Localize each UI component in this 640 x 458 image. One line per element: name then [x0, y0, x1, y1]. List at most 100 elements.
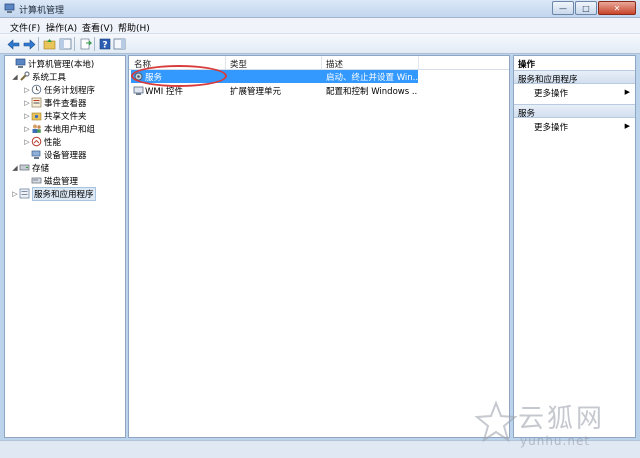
tree-item-device-manager[interactable]: 设备管理器 [23, 148, 87, 161]
back-button[interactable] [6, 37, 20, 51]
tree-label: 设备管理器 [44, 150, 87, 161]
wmi-control-icon [133, 86, 144, 95]
tree-label: 磁盘管理 [44, 176, 79, 187]
watermark-text: 云狐网 [518, 404, 606, 434]
expand-icon[interactable]: ▷ [23, 86, 31, 94]
help-button[interactable]: ? [98, 37, 112, 51]
tree-label: 系统工具 [32, 72, 67, 83]
list-header: 名称 类型 描述 [129, 56, 509, 70]
computer-management-icon [15, 58, 26, 68]
users-icon [32, 124, 41, 133]
title-bar[interactable]: 计算机管理 — □ ✕ [0, 0, 640, 18]
toolbar-separator [38, 37, 39, 51]
show-hide-tree-button[interactable] [58, 37, 72, 51]
column-header-name[interactable]: 名称 [134, 58, 151, 70]
tree-label: 服务和应用程序 [32, 186, 96, 201]
forward-arrow-icon [23, 38, 35, 50]
forward-button[interactable] [22, 37, 36, 51]
show-hide-action-pane-button[interactable] [112, 37, 126, 51]
tree-item-system-tools[interactable]: ◢ 系统工具 [11, 70, 66, 83]
cell-name: 服务 [145, 73, 163, 83]
tree-label: 任务计划程序 [44, 85, 96, 96]
up-button[interactable] [42, 37, 56, 51]
expand-icon[interactable]: ▷ [23, 125, 31, 133]
export-list-button[interactable] [78, 37, 92, 51]
cell-name: WMI 控件 [145, 87, 183, 97]
console-tree-pane[interactable]: 计算机管理(本地) ◢ 系统工具 ▷ 任务计划程序 ▷ 事件查看器 ▷ 共享文件… [4, 55, 126, 438]
maximize-icon: □ [582, 3, 590, 13]
column-divider[interactable] [418, 56, 419, 69]
services-icon [134, 72, 143, 81]
actions-title: 操作 [514, 56, 635, 70]
watermark-url: yunhu.net [520, 434, 591, 448]
close-icon: ✕ [613, 3, 621, 13]
minimize-button[interactable]: — [552, 1, 574, 15]
expand-icon[interactable]: ▷ [11, 190, 19, 198]
action-more-actions[interactable]: 更多操作 ▶ [514, 120, 635, 133]
up-folder-icon [43, 39, 55, 50]
collapse-icon[interactable]: ◢ [11, 73, 19, 81]
submenu-arrow-icon: ▶ [624, 88, 630, 96]
column-header-type[interactable]: 类型 [230, 58, 247, 70]
actions-pane: 操作 服务和应用程序 更多操作 ▶ 服务 更多操作 ▶ [513, 55, 636, 438]
tree-label: 共享文件夹 [44, 111, 87, 122]
star-logo-icon [474, 400, 518, 443]
show-hide-action-pane-icon [113, 38, 125, 50]
results-list-pane[interactable]: 名称 类型 描述 服务 启动、终止并设置 Win... WMI 控件 扩展管理单… [128, 55, 510, 438]
device-manager-icon [31, 150, 41, 159]
column-divider[interactable] [225, 56, 226, 69]
menu-view[interactable]: 查看(V) [82, 21, 113, 34]
toolbar-separator [94, 37, 95, 51]
cell-description: 启动、终止并设置 Win... [326, 73, 418, 83]
tree-label: 性能 [44, 137, 62, 148]
column-header-description[interactable]: 描述 [326, 58, 343, 70]
event-viewer-icon [31, 97, 42, 108]
tree-item-disk-management[interactable]: 磁盘管理 [23, 174, 78, 187]
window-controls: — □ ✕ [551, 1, 636, 16]
maximize-button[interactable]: □ [575, 1, 597, 15]
tree-label: 本地用户和组 [44, 124, 96, 135]
help-icon: ? [99, 38, 111, 50]
cell-description: 配置和控制 Windows ... [326, 87, 418, 97]
minimize-icon: — [559, 3, 567, 13]
tree-label: 存储 [32, 163, 50, 174]
tree-label: 事件查看器 [44, 98, 87, 109]
show-hide-tree-icon [59, 38, 71, 50]
tree-item-shared-folders[interactable]: ▷ 共享文件夹 [23, 109, 87, 122]
tree-item-event-viewer[interactable]: ▷ 事件查看器 [23, 96, 87, 109]
tree-label: 计算机管理(本地) [28, 59, 95, 70]
back-arrow-icon [7, 38, 19, 50]
tree-item-performance[interactable]: ▷ 性能 [23, 135, 61, 148]
list-item-services[interactable]: 服务 启动、终止并设置 Win... [131, 70, 418, 83]
clock-icon [31, 84, 42, 95]
tree-item-storage[interactable]: ◢ 存储 [11, 161, 49, 174]
shared-folder-icon [31, 112, 42, 121]
menu-file[interactable]: 文件(F) [10, 21, 40, 34]
tree-item-services-applications[interactable]: ▷ 服务和应用程序 [11, 186, 96, 201]
tree-item-computer-management[interactable]: 计算机管理(本地) [7, 57, 94, 70]
system-tools-icon [20, 71, 30, 81]
column-divider[interactable] [321, 56, 322, 69]
action-label: 更多操作 [534, 89, 569, 99]
svg-text:?: ? [102, 41, 107, 51]
cell-type: 扩展管理单元 [230, 87, 282, 97]
collapse-icon[interactable]: ◢ [11, 164, 19, 172]
list-item-wmi-control[interactable]: WMI 控件 扩展管理单元 配置和控制 Windows ... [131, 84, 418, 97]
menu-action[interactable]: 操作(A) [46, 21, 77, 34]
actions-section-services[interactable]: 服务 [514, 104, 635, 119]
tree-item-task-scheduler[interactable]: ▷ 任务计划程序 [23, 83, 95, 96]
tree-item-local-users-groups[interactable]: ▷ 本地用户和组 [23, 122, 95, 135]
expand-icon[interactable]: ▷ [23, 138, 31, 146]
actions-section-services-applications[interactable]: 服务和应用程序 [514, 70, 635, 85]
action-more-actions[interactable]: 更多操作 ▶ [514, 86, 635, 99]
expand-icon[interactable]: ▷ [23, 99, 31, 107]
menu-help[interactable]: 帮助(H) [118, 21, 150, 34]
storage-icon [19, 164, 30, 171]
toolbar-separator [74, 37, 75, 51]
computer-management-icon [4, 3, 15, 13]
export-list-icon [80, 38, 92, 50]
services-applications-icon [19, 188, 30, 199]
expand-icon[interactable]: ▷ [23, 112, 31, 120]
menu-bar: 文件(F) 操作(A) 查看(V) 帮助(H) [0, 18, 640, 34]
close-button[interactable]: ✕ [598, 1, 636, 15]
